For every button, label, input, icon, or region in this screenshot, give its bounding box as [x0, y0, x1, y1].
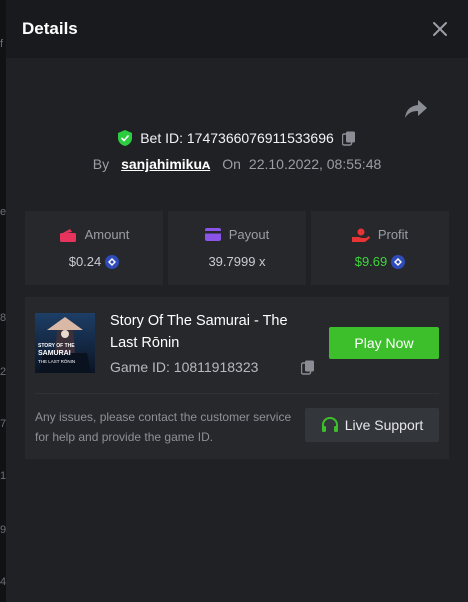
profit-label: Profit [377, 227, 409, 242]
live-support-button[interactable]: Live Support [305, 408, 439, 442]
stat-payout: Payout 39.7999 x [168, 211, 306, 285]
bet-id-row: Bet ID: 1747366076911533696 [6, 130, 468, 146]
wallet-icon [59, 228, 76, 242]
by-label: By [92, 156, 110, 172]
svg-text:STORY OF THE: STORY OF THE [38, 343, 75, 349]
game-id: Game ID: 10811918323 [110, 359, 259, 375]
headset-icon [321, 416, 338, 432]
bet-datetime: 22.10.2022, 08:55:48 [248, 156, 382, 172]
copy-icon [300, 360, 314, 375]
verified-shield-icon [118, 130, 133, 146]
live-support-label: Live Support [344, 417, 424, 433]
bet-details-modal: Details Bet ID: 1747366076911533696 By s… [6, 0, 468, 602]
coin-icon [105, 254, 120, 269]
bet-meta-row: By sanjahimikuᴀ On 22.10.2022, 08:55:48 [6, 156, 468, 172]
bet-id: Bet ID: 1747366076911533696 [140, 130, 334, 146]
payout-label: Payout [228, 227, 270, 242]
play-now-button[interactable]: Play Now [329, 327, 439, 359]
card-icon [204, 228, 221, 241]
coin-icon [391, 254, 406, 269]
game-thumbnail[interactable]: STORY OF THE SAMURAI THE LAST RŌNIN [35, 313, 95, 373]
copy-game-id-button[interactable] [300, 360, 315, 380]
share-button[interactable] [404, 99, 430, 121]
samurai-artwork: STORY OF THE SAMURAI THE LAST RŌNIN [35, 313, 95, 373]
stat-profit: Profit $9.69 [311, 211, 449, 285]
game-title[interactable]: Story Of The Samurai - The Last Rōnin [110, 310, 310, 354]
on-label: On [222, 156, 241, 172]
svg-text:SAMURAI: SAMURAI [38, 350, 71, 357]
modal-header: Details [6, 0, 468, 58]
divider [35, 393, 439, 394]
amount-value: $0.24 [68, 254, 102, 269]
game-panel: STORY OF THE SAMURAI THE LAST RŌNIN Stor… [25, 297, 449, 459]
profit-value: $9.69 [354, 254, 388, 269]
modal-title: Details [22, 19, 78, 38]
share-icon [405, 100, 427, 118]
stats-row: Amount $0.24 Payout 39.7999 x Profit $9.… [25, 211, 449, 285]
copy-bet-id-icon[interactable] [341, 131, 356, 146]
support-notice: Any issues, please contact the customer … [35, 410, 292, 444]
amount-label: Amount [84, 227, 130, 242]
close-button[interactable] [430, 19, 450, 39]
payout-value: 39.7999 x [208, 254, 266, 269]
hand-coins-icon [351, 228, 370, 242]
close-icon [433, 22, 447, 36]
stat-amount: Amount $0.24 [25, 211, 163, 285]
svg-text:THE LAST RŌNIN: THE LAST RŌNIN [38, 358, 75, 364]
username-link[interactable]: sanjahimikuᴀ [121, 156, 210, 172]
